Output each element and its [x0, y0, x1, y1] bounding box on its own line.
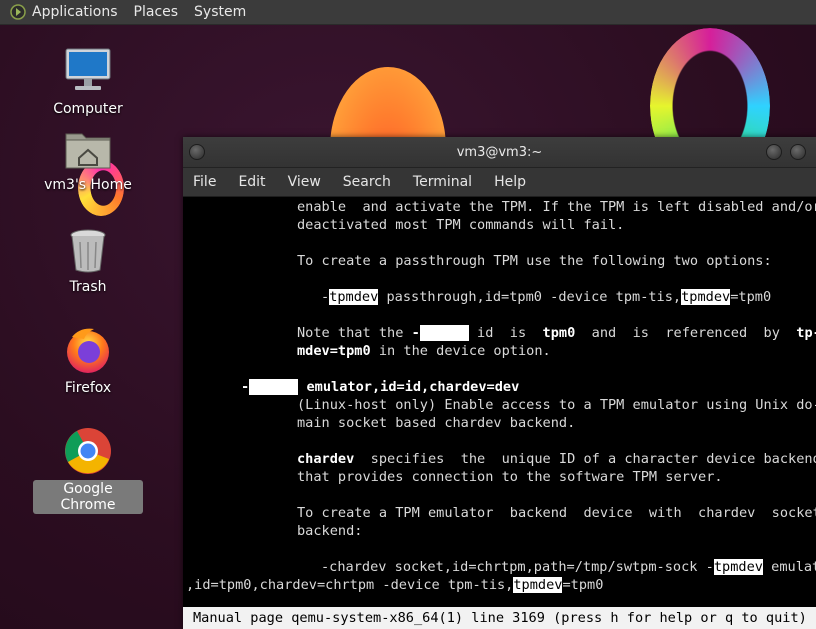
man-line: ,id=tpm0,chardev=chrtpm -device tpm-tis,… — [186, 577, 604, 593]
man-line: -tpmdev emulator,id=id,chardev=dev — [241, 379, 520, 395]
man-line: backend: — [297, 523, 363, 539]
applications-icon[interactable] — [10, 4, 26, 20]
edit-menu[interactable]: Edit — [238, 174, 265, 190]
desktop-icon-home[interactable]: vm3's Home — [33, 128, 143, 194]
desktop-icon-label: vm3's Home — [44, 177, 132, 193]
terminal-window[interactable]: vm3@vm3:~ File Edit View Search Terminal… — [183, 137, 816, 629]
minimize-button[interactable] — [766, 144, 782, 160]
help-menu[interactable]: Help — [494, 174, 526, 190]
view-menu[interactable]: View — [288, 174, 321, 190]
applications-menu[interactable]: Applications — [32, 4, 118, 20]
terminal-output[interactable]: enable and activate the TPM. If the TPM … — [183, 196, 816, 606]
desktop-icon-trash[interactable]: Trash — [33, 228, 143, 296]
desktop-icon-label: Google Chrome — [33, 480, 143, 514]
computer-icon — [65, 48, 111, 90]
desktop-icon-computer[interactable]: Computer — [33, 46, 143, 118]
man-line: deactivated most TPM commands will fail. — [297, 217, 625, 233]
window-title: vm3@vm3:~ — [456, 144, 543, 160]
places-menu[interactable]: Places — [134, 4, 179, 20]
trash-icon — [70, 229, 106, 273]
maximize-button[interactable] — [790, 144, 806, 160]
window-titlebar[interactable]: vm3@vm3:~ — [183, 137, 816, 168]
man-line: To create a TPM emulator backend device … — [297, 505, 816, 521]
man-line: enable and activate the TPM. If the TPM … — [297, 199, 816, 215]
desktop-icon-label: Computer — [53, 101, 123, 117]
man-line: Note that the -tpmdev id is tpm0 and is … — [297, 325, 816, 341]
desktop-icon-chrome[interactable]: Google Chrome — [33, 426, 143, 514]
man-line: To create a passthrough TPM use the foll… — [297, 253, 772, 269]
terminal-menu[interactable]: Terminal — [413, 174, 472, 190]
man-line: that provides connection to the software… — [297, 469, 723, 485]
firefox-icon — [67, 328, 109, 373]
top-panel: Applications Places System — [0, 0, 816, 25]
desktop-icon-label: Firefox — [64, 380, 112, 396]
pager-status-bar: Manual page qemu-system-x86_64(1) line 3… — [183, 607, 816, 629]
man-line: (Linux-host only) Enable access to a TPM… — [297, 397, 816, 413]
window-menu-button[interactable] — [189, 144, 205, 160]
terminal-menubar: File Edit View Search Terminal Help — [183, 168, 816, 197]
desktop-icon-firefox[interactable]: Firefox — [33, 325, 143, 397]
home-folder-icon — [65, 133, 111, 169]
chrome-icon — [65, 428, 111, 474]
man-line: main socket based chardev backend. — [297, 415, 576, 431]
man-line: -chardev socket,id=chrtpm,path=/tmp/swtp… — [321, 559, 816, 575]
file-menu[interactable]: File — [193, 174, 216, 190]
search-menu[interactable]: Search — [343, 174, 391, 190]
system-menu[interactable]: System — [194, 4, 246, 20]
desktop-icon-label: Trash — [69, 279, 107, 295]
man-line: chardev specifies the unique ID of a cha… — [297, 451, 816, 467]
man-line: mdev=tpm0 in the device option. — [297, 343, 551, 359]
man-line: -tpmdev passthrough,id=tpm0 -device tpm-… — [321, 289, 772, 305]
